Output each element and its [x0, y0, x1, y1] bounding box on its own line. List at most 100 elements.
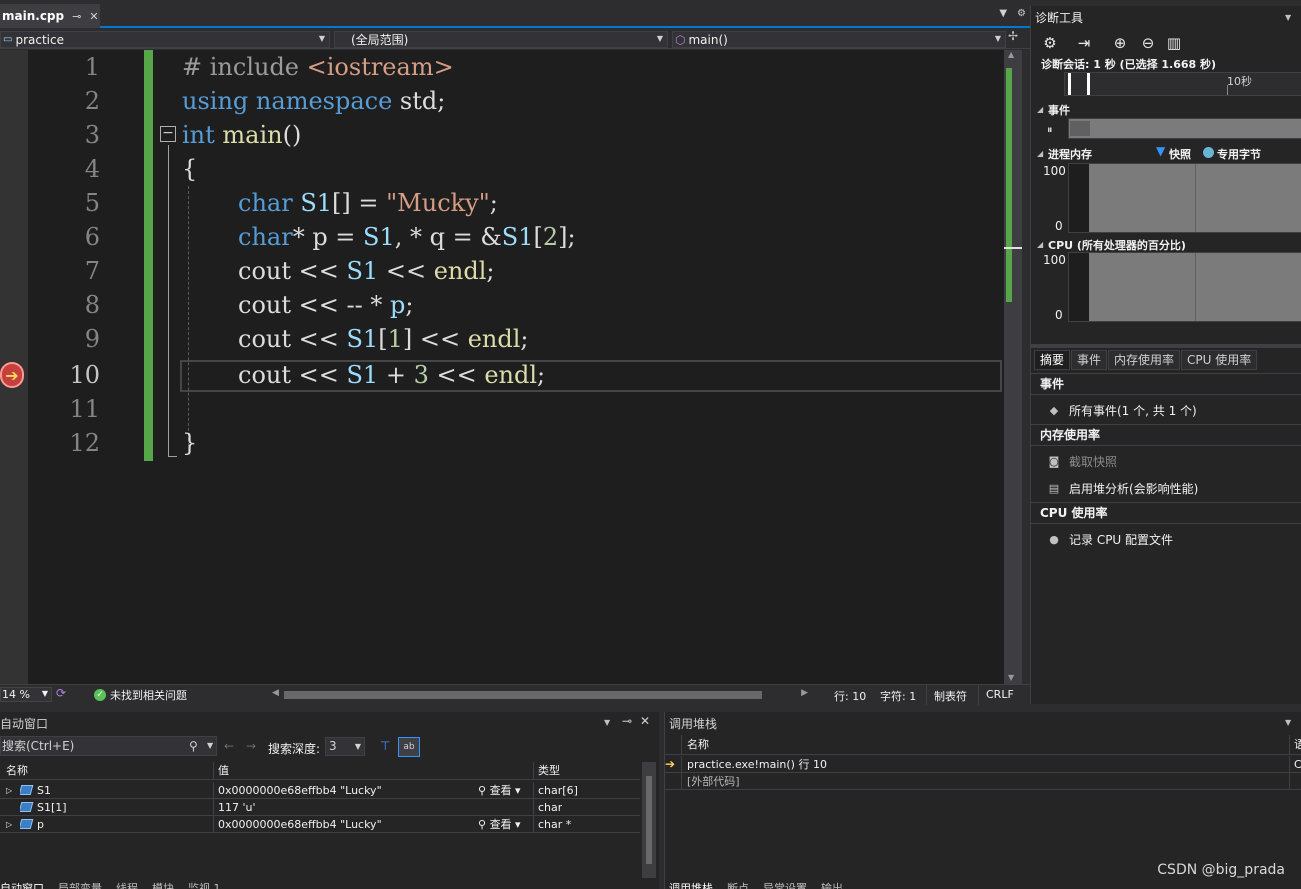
autos-vertical-scrollbar[interactable] — [642, 762, 656, 878]
tab-watch-1[interactable]: 监视 1 — [188, 880, 221, 889]
column-language[interactable]: 语 — [1294, 736, 1301, 753]
column-divider[interactable] — [213, 762, 214, 779]
pin-icon[interactable]: ⊸ — [622, 714, 632, 728]
private-bytes-legend[interactable]: 专用字节 — [1217, 146, 1261, 162]
intellicode-icon[interactable]: ⟳ — [56, 686, 66, 700]
column-name[interactable]: 名称 — [6, 762, 28, 779]
search-icon[interactable]: ⚲ — [189, 737, 198, 755]
status-eol[interactable]: CRLF — [986, 688, 1014, 701]
collapse-triangle-icon[interactable]: ◢ — [1037, 105, 1043, 114]
zoom-in-icon[interactable]: ⊕ — [1111, 34, 1129, 52]
variable-value[interactable]: 0x0000000e68effbb4 "Lucky" — [218, 816, 382, 833]
event-marker[interactable] — [1070, 121, 1090, 136]
status-char[interactable]: 字符: 1 — [880, 688, 916, 704]
tab-dropdown-icon[interactable]: ▼ — [999, 8, 1007, 19]
expand-icon[interactable]: ▷ — [6, 816, 12, 833]
timeline-tick-mark — [1227, 85, 1228, 95]
process-memory-label: 进程内存 — [1048, 148, 1092, 161]
panel-splitter[interactable] — [1031, 344, 1301, 348]
pause-icon[interactable]: ⏸ — [1047, 123, 1053, 137]
gear-icon[interactable]: ⚙ — [1017, 8, 1026, 19]
collapse-triangle-icon[interactable]: ◢ — [1037, 149, 1043, 158]
autos-row[interactable]: ▷ p 0x0000000e68effbb4 "Lucky" ⚲ 查看 ▾ ch… — [0, 816, 640, 833]
heap-profiling-button[interactable]: ▤ 启用堆分析(会影响性能) — [1047, 480, 1199, 497]
tab-breakpoints[interactable]: 断点 — [727, 880, 749, 889]
column-name[interactable]: 名称 — [687, 736, 709, 753]
memory-graph[interactable] — [1068, 163, 1301, 233]
tab-cpu-usage[interactable]: CPU 使用率 — [1181, 350, 1258, 370]
tab-memory-usage[interactable]: 内存使用率 — [1108, 350, 1181, 370]
scroll-down-icon[interactable]: ▼ — [1008, 673, 1014, 682]
zoom-out-icon[interactable]: ⊖ — [1139, 34, 1157, 52]
reset-zoom-icon[interactable]: ▥ — [1165, 34, 1183, 52]
expand-icon[interactable]: ▷ — [6, 782, 12, 799]
fold-guide — [168, 145, 169, 457]
close-icon[interactable]: ✕ — [89, 10, 98, 23]
gear-icon[interactable]: ⚙ — [1041, 34, 1059, 52]
column-type[interactable]: 类型 — [538, 762, 560, 779]
status-line[interactable]: 行: 10 — [834, 688, 866, 704]
record-cpu-profile-button[interactable]: ● 记录 CPU 配置文件 — [1047, 531, 1173, 548]
scroll-right-icon[interactable]: ▶ — [801, 688, 808, 698]
tab-threads[interactable]: 线程 — [116, 880, 138, 889]
chevron-down-icon[interactable]: ▼ — [207, 737, 213, 755]
view-visualizer-button[interactable]: ⚲ 查看 ▾ — [478, 782, 521, 799]
pin-icon[interactable]: ⊸ — [72, 10, 81, 23]
tab-summary[interactable]: 摘要 — [1034, 350, 1071, 370]
chevron-down-icon[interactable]: ▼ — [1285, 718, 1291, 727]
chevron-down-icon[interactable]: ▼ — [1285, 13, 1291, 22]
project-combo[interactable]: ▭ practice ▼ — [0, 31, 330, 48]
scrollbar-thumb[interactable] — [284, 691, 762, 699]
autos-row[interactable]: S1[1] 117 'u' char — [0, 799, 640, 816]
search-depth-combo[interactable]: 3 ▼ — [325, 737, 365, 756]
all-events-link[interactable]: ◆ 所有事件(1 个, 共 1 个) — [1047, 402, 1197, 419]
breakpoint-current-statement-icon[interactable]: ➔ — [0, 362, 24, 388]
column-divider — [213, 782, 214, 799]
scroll-left-icon[interactable]: ◀ — [272, 688, 279, 698]
view-visualizer-button[interactable]: ⚲ 查看 ▾ — [478, 816, 521, 833]
variable-value[interactable]: 0x0000000e68effbb4 "Lucky" — [218, 782, 382, 799]
tab-main-cpp[interactable]: main.cpp ⊸ ✕ — [0, 4, 100, 28]
collapse-icon[interactable]: − — [160, 126, 176, 142]
split-window-icon[interactable]: ✢ — [1008, 29, 1018, 43]
events-graph[interactable] — [1068, 118, 1301, 139]
tab-exception-settings[interactable]: 异常设置 — [763, 880, 807, 889]
search-depth-label: 搜索深度: — [268, 742, 321, 756]
scrollbar-thumb[interactable] — [646, 776, 652, 864]
forward-arrow-icon[interactable]: → — [246, 739, 256, 753]
zoom-combo[interactable]: 14 % ▼ — [0, 687, 52, 702]
collapse-triangle-icon[interactable]: ◢ — [1037, 240, 1043, 249]
function-combo[interactable]: ⬡ main() ▼ — [672, 31, 1006, 48]
cpu-graph[interactable] — [1068, 252, 1301, 322]
autos-row[interactable]: ▷ S1 0x0000000e68effbb4 "Lucky" ⚲ 查看 ▾ c… — [0, 782, 640, 799]
pin-source-icon[interactable]: ⊤ — [380, 739, 390, 753]
call-stack-frame[interactable]: [外部代码] — [665, 773, 1301, 790]
take-snapshot-button[interactable]: ◙ 截取快照 — [1047, 453, 1117, 470]
tab-modules[interactable]: 模块 — [152, 880, 174, 889]
chevron-down-icon[interactable]: ▼ — [604, 718, 610, 727]
scrollbar-thumb[interactable] — [1006, 68, 1012, 302]
snapshot-legend[interactable]: 快照 — [1169, 146, 1191, 162]
line-number: 7 — [84, 257, 100, 285]
timeline-ruler[interactable]: 10秒 — [1064, 72, 1301, 96]
call-stack-frame[interactable]: ➔ practice.exe!main() 行 10 C — [665, 756, 1301, 773]
variable-value[interactable]: 117 'u' — [218, 799, 256, 816]
scroll-up-icon[interactable]: ▲ — [1008, 50, 1014, 59]
tab-call-stack[interactable]: 调用堆栈 — [669, 880, 713, 889]
export-icon[interactable]: ⇥ — [1075, 34, 1093, 52]
tab-output[interactable]: 输出 — [821, 880, 843, 889]
issues-indicator[interactable]: ✓ 未找到相关问题 — [94, 687, 187, 703]
status-tab-mode[interactable]: 制表符 — [934, 688, 967, 704]
close-icon[interactable]: ✕ — [640, 714, 650, 728]
editor-horizontal-scrollbar[interactable]: ◀ ▶ — [270, 688, 810, 700]
scope-combo[interactable]: (全局范围) ▼ — [334, 31, 668, 48]
column-divider[interactable] — [1289, 735, 1290, 755]
tab-locals[interactable]: 局部变量 — [58, 880, 102, 889]
column-divider[interactable] — [533, 762, 534, 779]
autos-search-input[interactable]: 搜索(Ctrl+E) ⚲ ▼ — [0, 736, 217, 756]
tab-autos[interactable]: 自动窗口 — [0, 880, 44, 889]
format-hex-icon[interactable]: ab — [398, 737, 420, 757]
column-value[interactable]: 值 — [218, 762, 229, 779]
back-arrow-icon[interactable]: ← — [224, 739, 234, 753]
tab-events[interactable]: 事件 — [1071, 350, 1108, 370]
